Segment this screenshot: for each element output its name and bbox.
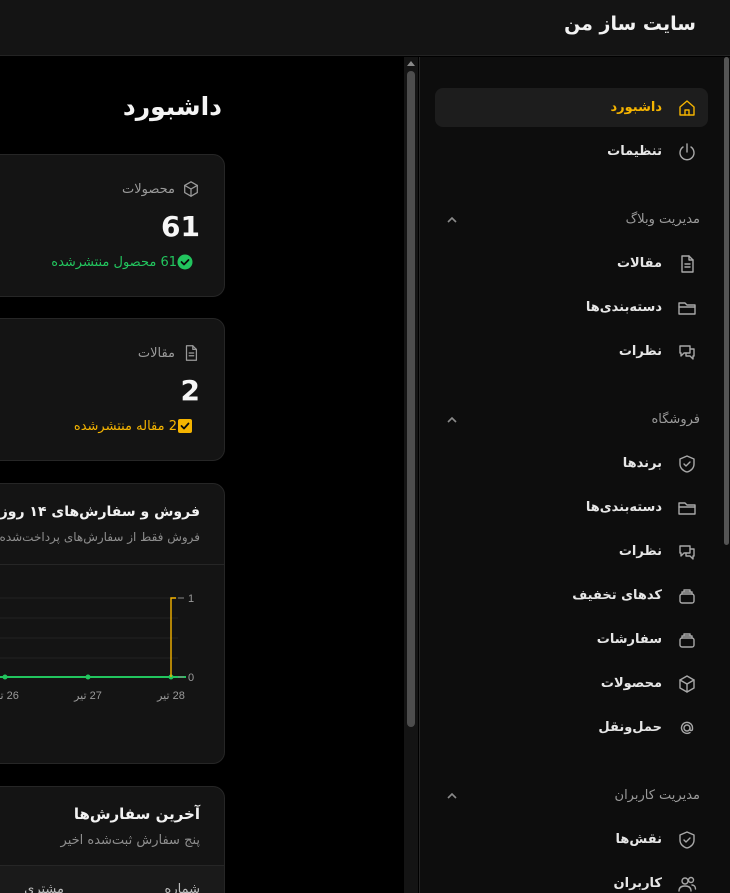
stat-value: 61 (161, 210, 200, 243)
sidebar-item-users[interactable]: کاربران (435, 864, 708, 893)
sidebar-item-shop-categories[interactable]: دسته‌بندی‌ها (435, 488, 708, 527)
document-icon (182, 344, 200, 362)
stat-label: محصولات (122, 180, 200, 198)
box-icon (182, 180, 200, 198)
stat-note: 2 مقاله منتشرشده (74, 418, 200, 434)
data-point (2, 674, 8, 680)
sidebar-item-products[interactable]: محصولات (435, 664, 708, 703)
stat-note-text: 2 مقاله منتشرشده (73, 418, 177, 434)
main-scrollbar[interactable] (404, 57, 418, 893)
sidebar-item-label: سفارشات (596, 632, 662, 647)
comments-icon (676, 541, 698, 563)
page-title: داشبورد (122, 92, 222, 121)
at-icon (676, 717, 698, 739)
sidebar-group-blog[interactable]: مدیریت وبلاگ (435, 204, 708, 234)
orders-table-header: شماره مشتری (0, 865, 224, 893)
sidebar: داشبورد تنظیمات مدیریت وبلاگ مقالات دسته… (419, 57, 730, 893)
stat-card-articles[interactable]: مقالات 2 2 مقاله منتشرشده (0, 318, 225, 461)
sidebar-item-label: نظرات (618, 344, 662, 359)
sidebar-item-label: برندها (622, 456, 662, 471)
sidebar-item-label: داشبورد (610, 100, 662, 115)
sidebar-item-roles[interactable]: نقش‌ها (435, 820, 708, 859)
sidebar-item-shipping[interactable]: حمل‌ونقل (435, 708, 708, 747)
sidebar-item-settings[interactable]: تنظیمات (435, 132, 708, 171)
check-circle-icon (177, 254, 193, 270)
stat-note-text: 61 محصول منتشرشده (51, 254, 177, 270)
recent-orders-card: آخرین سفارش‌ها پنج سفارش ثبت‌شده اخیر شم… (0, 786, 225, 893)
document-icon (676, 253, 698, 275)
users-icon (676, 873, 698, 893)
orders-title: آخرین سفارش‌ها (73, 805, 200, 823)
sidebar-item-label: کاربران (613, 876, 662, 891)
column-header-customer: مشتری (24, 882, 64, 893)
folder-icon (676, 497, 698, 519)
stat-label-text: محصولات (122, 181, 175, 197)
chevron-up-icon[interactable] (445, 212, 459, 226)
sidebar-item-shop-comments[interactable]: نظرات (435, 532, 708, 571)
sidebar-group-shop[interactable]: فروشگاه (435, 404, 708, 434)
sidebar-item-blog-comments[interactable]: نظرات (435, 332, 708, 371)
top-bar: سایت ساز من (0, 0, 730, 56)
x-tick-label: 27 تیر (73, 690, 102, 702)
sidebar-item-label: کدهای تخفیف (572, 588, 662, 603)
sidebar-item-label: تنظیمات (607, 144, 662, 159)
sidebar-item-orders[interactable]: سفارشات (435, 620, 708, 659)
column-header-number: شماره (164, 882, 200, 893)
y-tick-label: 1 (188, 593, 194, 605)
sidebar-item-label: محصولات (600, 676, 662, 691)
sidebar-item-dashboard[interactable]: داشبورد (435, 88, 708, 127)
orders-subtitle: پنج سفارش ثبت‌شده اخیر (60, 833, 200, 848)
sales-chart-card: فروش و سفارش‌های ۱۴ روز اخیر فروش فقط از… (0, 483, 225, 764)
stat-label-text: مقالات (137, 345, 175, 361)
x-tick-label: 26 تیر (0, 690, 19, 702)
stat-card-products[interactable]: محصولات 61 61 محصول منتشرشده (0, 154, 225, 297)
sidebar-item-label: نظرات (618, 544, 662, 559)
stack-icon (676, 585, 698, 607)
chart-subtitle: فروش فقط از سفارش‌های پرداخت‌شده (0, 530, 200, 544)
x-tick-label: 28 تیر (156, 690, 185, 702)
sidebar-item-discount-codes[interactable]: کدهای تخفیف (435, 576, 708, 615)
sidebar-item-label: دسته‌بندی‌ها (585, 300, 662, 315)
folder-icon (676, 297, 698, 319)
y-tick-label: 0 (188, 672, 194, 684)
shield-check-icon (676, 453, 698, 475)
sidebar-group-title: مدیریت کاربران (614, 787, 700, 803)
sidebar-scrollbar-thumb[interactable] (724, 57, 729, 545)
home-icon (676, 97, 698, 119)
shield-check-icon (676, 829, 698, 851)
sidebar-item-label: حمل‌ونقل (598, 720, 662, 735)
main-scrollbar-thumb[interactable] (407, 71, 415, 727)
stat-note: 61 محصول منتشرشده (51, 254, 200, 270)
sales-line-chart: 0 1 26 تیر 27 تیر 28 تیر (0, 593, 194, 702)
scroll-up-arrow-icon[interactable] (407, 61, 415, 66)
box-icon (676, 673, 698, 695)
sidebar-item-label: دسته‌بندی‌ها (585, 500, 662, 515)
comments-icon (676, 341, 698, 363)
sidebar-group-users[interactable]: مدیریت کاربران (435, 780, 708, 810)
sidebar-item-brands[interactable]: برندها (435, 444, 708, 483)
stat-value: 2 (180, 374, 200, 407)
sidebar-group-title: فروشگاه (651, 411, 700, 427)
sidebar-item-label: مقالات (616, 256, 662, 271)
stat-label: مقالات (138, 344, 200, 362)
power-icon (676, 141, 698, 163)
chevron-up-icon[interactable] (445, 788, 459, 802)
chevron-up-icon[interactable] (445, 412, 459, 426)
chart-title: فروش و سفارش‌های ۱۴ روز اخیر (0, 504, 200, 520)
app-title[interactable]: سایت ساز من (564, 13, 696, 35)
sidebar-group-title: مدیریت وبلاگ (625, 211, 700, 227)
sidebar-item-articles[interactable]: مقالات (435, 244, 708, 283)
sidebar-item-blog-categories[interactable]: دسته‌بندی‌ها (435, 288, 708, 327)
check-square-icon (177, 418, 193, 434)
stack-icon (676, 629, 698, 651)
sidebar-scrollbar[interactable] (722, 57, 730, 893)
data-point (85, 674, 91, 680)
sidebar-item-label: نقش‌ها (615, 832, 662, 847)
